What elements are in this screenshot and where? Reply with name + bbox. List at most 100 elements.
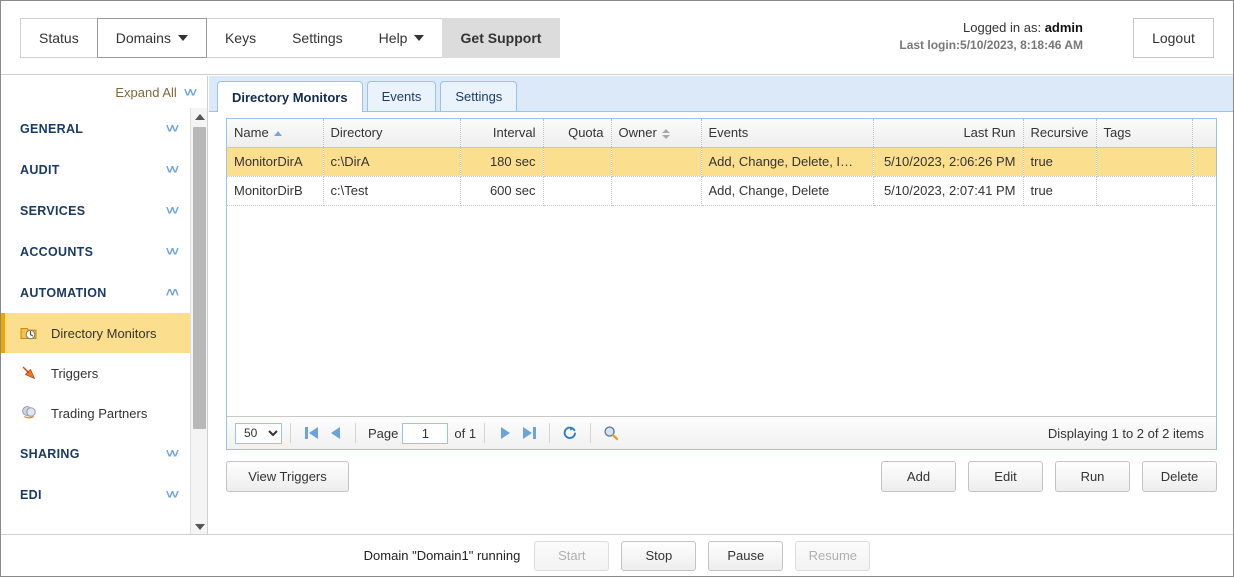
tab-directory-monitors[interactable]: Directory Monitors	[217, 81, 363, 112]
top-bar: Status Domains Keys Settings Help Get Su…	[1, 1, 1233, 75]
last-login: Last login:5/10/2023, 8:18:46 AM	[899, 37, 1083, 52]
column-label: Recursive	[1030, 125, 1089, 141]
sidebar-item-label: Trading Partners	[51, 405, 148, 421]
sidebar-section-audit[interactable]: AUDIT ˅˅	[1, 149, 191, 190]
sidebar-item-trading-partners[interactable]: Trading Partners	[1, 393, 191, 433]
chevron-double-down-icon: ˅˅	[165, 244, 179, 259]
menu-item-help[interactable]: Help	[361, 19, 443, 57]
chevron-double-down-icon: ˅˅	[165, 446, 179, 461]
column-header-owner[interactable]: Owner	[611, 119, 702, 148]
next-page-button[interactable]	[493, 422, 517, 444]
last-page-button[interactable]	[517, 422, 541, 444]
start-label: Start	[558, 548, 586, 563]
add-button[interactable]: Add	[881, 461, 956, 492]
cell-directory: c:\DirA	[323, 147, 461, 177]
lightning-arrow-icon	[20, 364, 38, 382]
search-button[interactable]	[599, 422, 623, 444]
menu-item-label: Domains	[115, 30, 171, 46]
first-page-icon	[304, 427, 308, 439]
cell-owner	[611, 176, 702, 206]
scrollbar-thumb[interactable]	[193, 127, 206, 429]
sidebar-section-label: AUTOMATION	[20, 285, 107, 300]
column-label: Quota	[568, 125, 604, 141]
refresh-button[interactable]	[558, 422, 582, 444]
cell-events: Add, Change, Delete	[701, 176, 874, 206]
cell-directory: c:\Test	[323, 176, 461, 206]
sort-both-icon	[661, 128, 670, 139]
menu-item-status[interactable]: Status	[21, 19, 97, 57]
pause-button[interactable]: Pause	[708, 540, 784, 571]
column-header-recursive[interactable]: Recursive	[1023, 119, 1097, 148]
logout-button[interactable]: Logout	[1133, 18, 1214, 58]
sidebar-section-label: ACCOUNTS	[20, 244, 94, 259]
tab-settings[interactable]: Settings	[440, 81, 518, 111]
column-header-tags[interactable]: Tags	[1096, 119, 1193, 148]
previous-page-icon	[330, 427, 340, 439]
cell-interval: 600 sec	[460, 176, 544, 206]
scroll-up-arrow-icon[interactable]	[191, 108, 207, 125]
sidebar-item-directory-monitors[interactable]: Directory Monitors	[1, 313, 191, 353]
table-row[interactable]: MonitorDirA c:\DirA 180 sec Add, Change,…	[227, 147, 1216, 177]
view-triggers-button[interactable]: View Triggers	[226, 461, 349, 492]
sidebar-section-edi[interactable]: EDI ˅˅	[1, 474, 191, 515]
page-number-input[interactable]	[402, 422, 449, 444]
run-button[interactable]: Run	[1055, 461, 1130, 492]
page-size-select[interactable]: 50	[235, 422, 282, 444]
column-header-quota[interactable]: Quota	[543, 119, 612, 148]
tab-events[interactable]: Events	[366, 81, 437, 111]
divider	[355, 423, 356, 443]
chevron-double-down-icon: ˅˅	[165, 121, 179, 136]
sidebar-section-general[interactable]: GENERAL ˅˅	[1, 108, 191, 149]
action-buttons: View Triggers Add Edit Run Delete	[226, 461, 1217, 493]
stop-button[interactable]: Stop	[621, 540, 697, 571]
table-row[interactable]: MonitorDirB c:\Test 600 sec Add, Change,…	[227, 176, 1216, 206]
column-header-events[interactable]: Events	[701, 119, 874, 148]
divider	[290, 423, 291, 443]
cell-last-run: 5/10/2023, 2:07:41 PM	[873, 176, 1024, 206]
menu-item-label: Settings	[292, 30, 343, 46]
scroll-down-arrow-icon[interactable]	[191, 518, 207, 535]
sidebar-nav: GENERAL ˅˅ AUDIT ˅˅ SERVICES ˅˅ ACCOUNTS…	[1, 108, 191, 535]
edit-button[interactable]: Edit	[968, 461, 1043, 492]
sidebar-section-sharing[interactable]: SHARING ˅˅	[1, 433, 191, 474]
column-header-name[interactable]: Name	[227, 119, 324, 148]
cell-owner	[611, 147, 702, 177]
menu-item-domains[interactable]: Domains	[96, 18, 207, 58]
delete-button[interactable]: Delete	[1142, 461, 1217, 492]
sidebar-section-services[interactable]: SERVICES ˅˅	[1, 190, 191, 231]
pagination-toolbar: 50 Page of 1	[227, 416, 1216, 449]
chevron-double-down-icon: ˅˅	[165, 487, 179, 502]
application-window: Status Domains Keys Settings Help Get Su…	[0, 0, 1234, 577]
sidebar-section-automation[interactable]: AUTOMATION ˄˄	[1, 272, 191, 313]
menu-item-label: Keys	[224, 30, 257, 46]
sidebar: Expand All ˅˅ GENERAL ˅˅ AUDIT ˅˅ SERVIC…	[1, 76, 208, 535]
menu-item-keys[interactable]: Keys	[207, 19, 274, 57]
menu-item-settings[interactable]: Settings	[274, 19, 361, 57]
sidebar-section-accounts[interactable]: ACCOUNTS ˅˅	[1, 231, 191, 272]
expand-all-button[interactable]: Expand All ˅˅	[1, 76, 207, 108]
resume-button[interactable]: Resume	[795, 540, 871, 571]
start-button[interactable]: Start	[534, 540, 610, 571]
username: admin	[1044, 20, 1083, 35]
sidebar-item-label: Directory Monitors	[51, 325, 157, 341]
sidebar-section-label: SERVICES	[20, 203, 86, 218]
sidebar-scrollbar[interactable]	[190, 108, 207, 535]
first-page-button[interactable]	[299, 422, 323, 444]
resume-label: Resume	[808, 548, 858, 563]
logged-in-prefix: Logged in as:	[963, 20, 1042, 35]
cell-last-run: 5/10/2023, 2:06:26 PM	[873, 147, 1024, 177]
content-panel: Directory Monitors Events Settings Name …	[209, 76, 1233, 535]
column-header-interval[interactable]: Interval	[460, 119, 544, 148]
column-header-directory[interactable]: Directory	[323, 119, 461, 148]
cell-quota	[543, 147, 612, 177]
cell-name: MonitorDirB	[227, 176, 324, 206]
column-header-last-run[interactable]: Last Run	[873, 119, 1024, 148]
cell-quota	[543, 176, 612, 206]
tab-bar: Directory Monitors Events Settings	[209, 76, 1233, 112]
grid-table: Name Directory Interval Quota Owner Even…	[227, 119, 1216, 206]
previous-page-button[interactable]	[323, 422, 347, 444]
expand-all-label: Expand All	[115, 84, 177, 100]
sidebar-item-triggers[interactable]: Triggers	[1, 353, 191, 393]
get-support-button[interactable]: Get Support	[442, 18, 560, 58]
column-label: Events	[708, 125, 749, 141]
